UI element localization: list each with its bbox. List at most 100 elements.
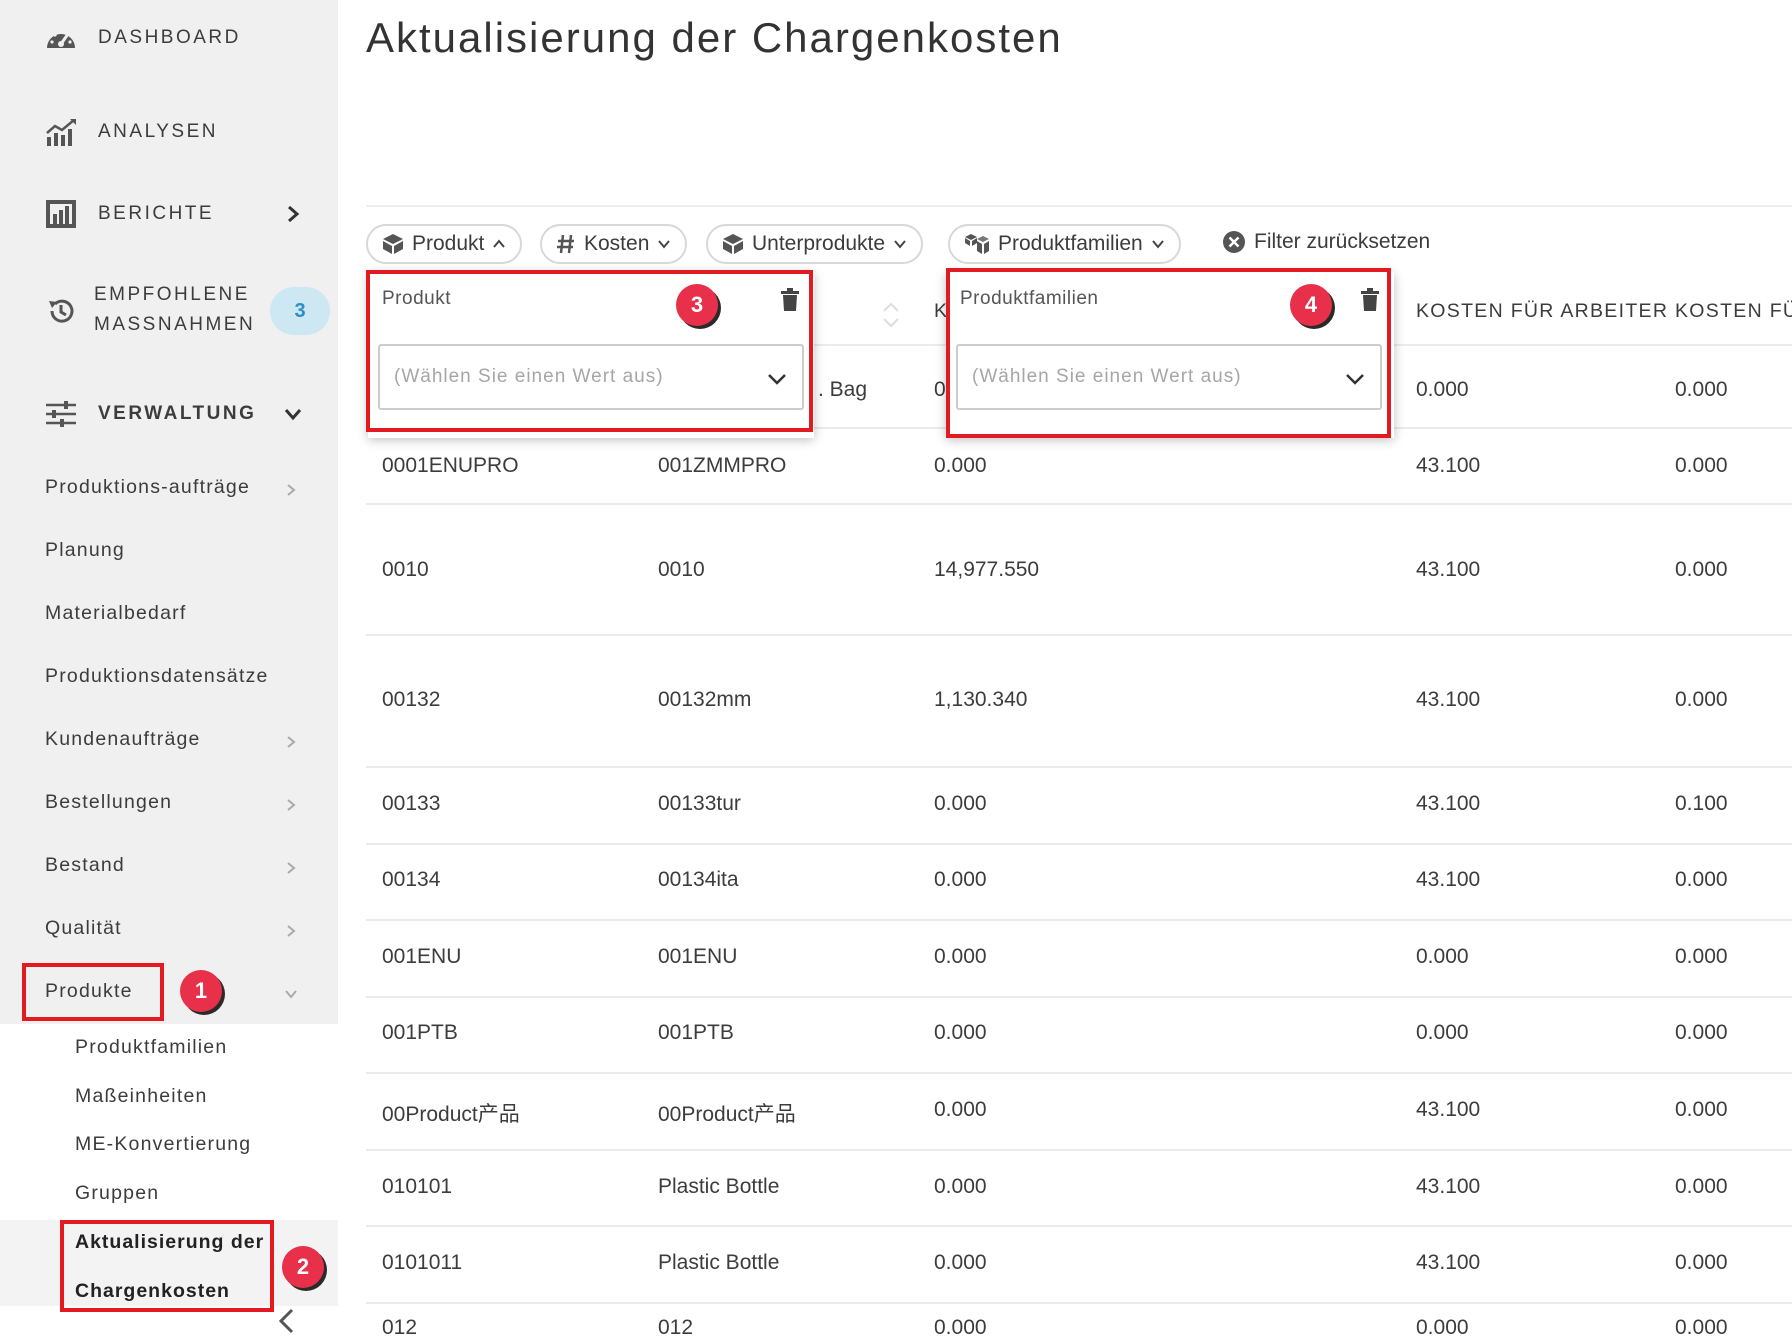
row-divider	[366, 1149, 1792, 1151]
sidebar-item-materialbedarf[interactable]: Materialbedarf	[45, 602, 186, 625]
table-cell: 0.000	[1675, 558, 1728, 581]
collapse-sidebar-chevron-icon[interactable]	[272, 1306, 300, 1336]
sidebar-subitem-me-konvertierung[interactable]: ME-Konvertierung	[75, 1133, 251, 1156]
sidebar-label-dashboard: DASHBOARD	[98, 27, 241, 48]
table-cell: 0.000	[1416, 378, 1469, 401]
row-divider	[366, 1072, 1792, 1074]
annotation-marker-3: 3	[676, 284, 718, 326]
chevron-right-icon	[287, 925, 296, 937]
table-cell: 0.000	[1675, 945, 1728, 968]
table-cell: 0.000	[1675, 378, 1728, 401]
chevron-down-icon	[894, 240, 906, 249]
recommendations-count-badge: 3	[270, 287, 330, 335]
table-cell: 43.100	[1416, 868, 1481, 891]
table-cell: 00134ita	[658, 868, 739, 891]
table-cell: 0.000	[1675, 1316, 1728, 1339]
chevron-right-icon	[287, 484, 296, 496]
table-cell: 0.000	[934, 945, 987, 968]
table-cell: 0.000	[1675, 1251, 1728, 1274]
table-cell: 0.000	[934, 1021, 987, 1044]
cube-icon	[383, 234, 403, 254]
chevron-up-icon	[493, 239, 506, 248]
table-cell: 0.000	[934, 1098, 987, 1121]
sidebar-item-bestand[interactable]: Bestand	[45, 854, 125, 877]
column-header-kosten-arbeiter[interactable]: KOSTEN FÜR ARBEITER	[1416, 300, 1668, 323]
sidebar-item-produktionsdatensaetze[interactable]: Produktionsdatensätze	[45, 665, 269, 688]
annotation-marker-2: 2	[282, 1246, 324, 1288]
sidebar-subitem-produktfamilien[interactable]: Produktfamilien	[75, 1036, 227, 1059]
row-divider	[366, 1302, 1792, 1304]
filter-chip-produktfamilien[interactable]: Produktfamilien	[948, 224, 1181, 264]
analytics-icon	[44, 117, 78, 147]
table-cell: 00133tur	[658, 792, 741, 815]
table-cell: 001ENU	[382, 945, 462, 968]
sidebar-item-dashboard[interactable]: DASHBOARD	[0, 20, 338, 56]
table-cell: 0.000	[1416, 1316, 1469, 1339]
table-cell: 00134	[382, 868, 441, 891]
table-cell: 43.100	[1416, 792, 1481, 815]
table-cell: 00133	[382, 792, 441, 815]
divider	[366, 205, 1792, 207]
filter-chip-label: Unterprodukte	[752, 232, 886, 255]
row-divider	[366, 503, 1792, 505]
table-cell: 0.000	[934, 1316, 987, 1339]
table-cell: 0.000	[934, 868, 987, 891]
table-cell: 0.000	[1416, 1021, 1469, 1044]
cubes-icon	[965, 234, 989, 254]
table-cell: 0.000	[1675, 868, 1728, 891]
table-cell: 0001ENUPRO	[382, 454, 519, 477]
history-icon	[44, 296, 78, 326]
table-cell: 0.000	[1675, 1021, 1728, 1044]
table-cell: 0.000	[934, 1251, 987, 1274]
filter-chip-produkt[interactable]: Produkt	[366, 224, 523, 264]
annotation-box-1	[22, 963, 164, 1021]
table-cell: 012	[382, 1316, 418, 1339]
sidebar-item-verwaltung[interactable]: VERWALTUNG	[0, 394, 338, 434]
row-divider	[366, 634, 1792, 636]
table-cell: 0010	[658, 558, 705, 581]
chevron-right-icon	[287, 862, 296, 874]
table-cell: 00132	[382, 688, 441, 711]
annotation-box-3	[366, 270, 813, 432]
sidebar: DASHBOARD ANALYSEN BERICHTE EMPFOHLENE M…	[0, 0, 338, 1340]
table-cell: 43.100	[1416, 558, 1481, 581]
table-cell: 012	[658, 1316, 694, 1339]
sort-icon[interactable]	[880, 300, 902, 330]
chevron-down-icon	[658, 240, 671, 249]
table-cell: 0.000	[934, 792, 987, 815]
chevron-right-icon	[287, 799, 296, 811]
table-cell: 0.000	[934, 1175, 987, 1198]
sidebar-item-kundenauftraege[interactable]: Kundenaufträge	[45, 728, 201, 751]
page-title: Aktualisierung der Chargenkosten	[366, 14, 1063, 61]
cube-icon	[723, 234, 743, 254]
table-cell: 0101011	[382, 1251, 463, 1274]
filter-chip-unterprodukte[interactable]: Unterprodukte	[706, 224, 924, 264]
chevron-down-icon	[285, 990, 297, 999]
table-cell: 43.100	[1416, 1098, 1481, 1121]
table-cell: 010101	[382, 1175, 453, 1198]
filter-chip-label: Produkt	[412, 232, 485, 255]
sidebar-item-qualitaet[interactable]: Qualität	[45, 917, 122, 940]
sidebar-subitem-gruppen[interactable]: Gruppen	[75, 1182, 159, 1205]
sidebar-item-planung[interactable]: Planung	[45, 539, 125, 562]
reset-filters-label: Filter zurücksetzen	[1254, 230, 1431, 253]
column-header-kosten-fuer[interactable]: KOSTEN FÜR	[1675, 300, 1792, 323]
reports-icon	[44, 199, 78, 229]
table-cell: 43.100	[1416, 688, 1481, 711]
sidebar-label-empfohlene: EMPFOHLENE	[94, 284, 250, 305]
table-cell: 0.000	[934, 454, 987, 477]
filter-chip-kosten[interactable]: Kosten	[540, 224, 688, 264]
sidebar-item-analysen[interactable]: ANALYSEN	[0, 114, 338, 150]
annotation-marker-4: 4	[1290, 284, 1332, 326]
sidebar-item-produktionsauftraege[interactable]: Produktions-aufträge	[45, 476, 250, 499]
sidebar-item-berichte[interactable]: BERICHTE	[0, 194, 338, 234]
table-cell: 1,130.340	[934, 688, 1028, 711]
sidebar-subitem-masseinheiten[interactable]: Maßeinheiten	[75, 1085, 208, 1108]
reset-filters-button[interactable]: Filter zurücksetzen	[1222, 230, 1430, 254]
sidebar-item-bestellungen[interactable]: Bestellungen	[45, 791, 172, 814]
table-cell: 0010	[382, 558, 429, 581]
table-cell: . Bag	[818, 378, 868, 401]
row-divider	[366, 843, 1792, 845]
sidebar-item-empfohlene-massnahmen[interactable]: EMPFOHLENE MASSNAHMEN 3	[0, 280, 338, 342]
table-cell: 001ENU	[658, 945, 738, 968]
